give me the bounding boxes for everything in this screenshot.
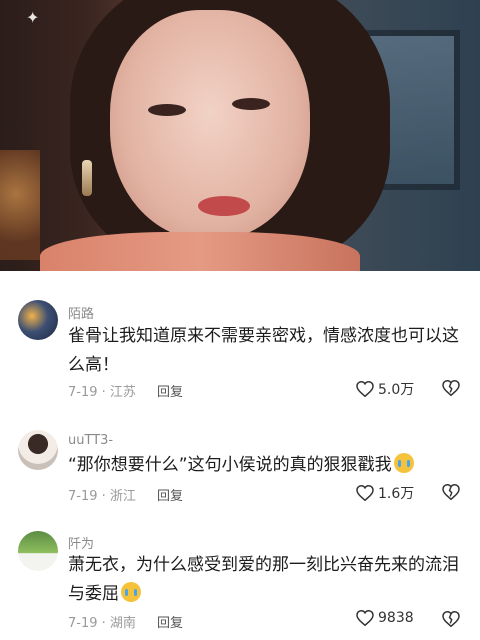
crying-face-icon (393, 453, 414, 473)
comment-text: “那你想要什么”这句小侯说的真的狠狠戳我 (68, 451, 468, 480)
lips (198, 196, 250, 216)
like-button[interactable]: 9838 (356, 610, 414, 626)
broken-heart-icon[interactable] (442, 484, 460, 500)
earring (82, 160, 92, 196)
reply-button[interactable]: 回复 (157, 612, 183, 631)
broken-heart-icon[interactable] (442, 380, 460, 396)
comment-meta: 7-19 · 浙江 (68, 489, 136, 504)
comment-date: 7-19 (68, 385, 98, 400)
avatar[interactable] (18, 430, 58, 470)
avatar[interactable] (18, 300, 58, 340)
comment-text-body: 雀骨让我知道原来不需要亲密戏，情感浓度也可以这么高！ (68, 326, 459, 375)
comment-meta: 7-19 · 江苏 (68, 385, 136, 400)
comment-text: 雀骨让我知道原来不需要亲密戏，情感浓度也可以这么高！ (68, 322, 468, 380)
comment-location: 湖南 (109, 616, 136, 631)
lantern-light (0, 150, 40, 260)
heart-icon (356, 485, 374, 501)
like-count: 5.0万 (378, 382, 415, 398)
comment-date: 7-19 (68, 616, 98, 631)
like-button[interactable]: 1.6万 (356, 483, 414, 503)
like-count: 9838 (378, 610, 414, 626)
reply-button[interactable]: 回复 (157, 485, 183, 504)
comment-meta: 7-19 · 湖南 (68, 616, 136, 631)
comment-location: 江苏 (109, 385, 136, 400)
right-eye (232, 98, 270, 110)
comment-text-body: “那你想要什么”这句小侯说的真的狠狠戳我 (68, 455, 392, 475)
left-eye (148, 104, 186, 116)
robe (40, 232, 360, 271)
broken-heart-icon[interactable] (442, 611, 460, 627)
comment-text: 萧无衣，为什么感受到爱的那一刻比兴奋先来的流泪与委屈 (68, 551, 468, 609)
heart-icon (356, 610, 374, 626)
like-button[interactable]: 5.0万 (356, 379, 414, 399)
comment-username[interactable]: 陌路 (68, 303, 94, 322)
comment-username[interactable]: 阡为 (68, 533, 94, 552)
comment-date: 7-19 (68, 489, 98, 504)
reply-button[interactable]: 回复 (157, 381, 183, 400)
hair-ornament-icon: ✦ (26, 8, 40, 27)
comment-username[interactable]: uuTT3- (68, 433, 113, 448)
comment-location: 浙江 (109, 489, 136, 504)
heart-icon (356, 381, 374, 397)
crying-face-icon (121, 582, 141, 602)
like-count: 1.6万 (378, 486, 415, 502)
post-image[interactable]: ✦ (0, 0, 480, 271)
avatar[interactable] (18, 531, 58, 571)
